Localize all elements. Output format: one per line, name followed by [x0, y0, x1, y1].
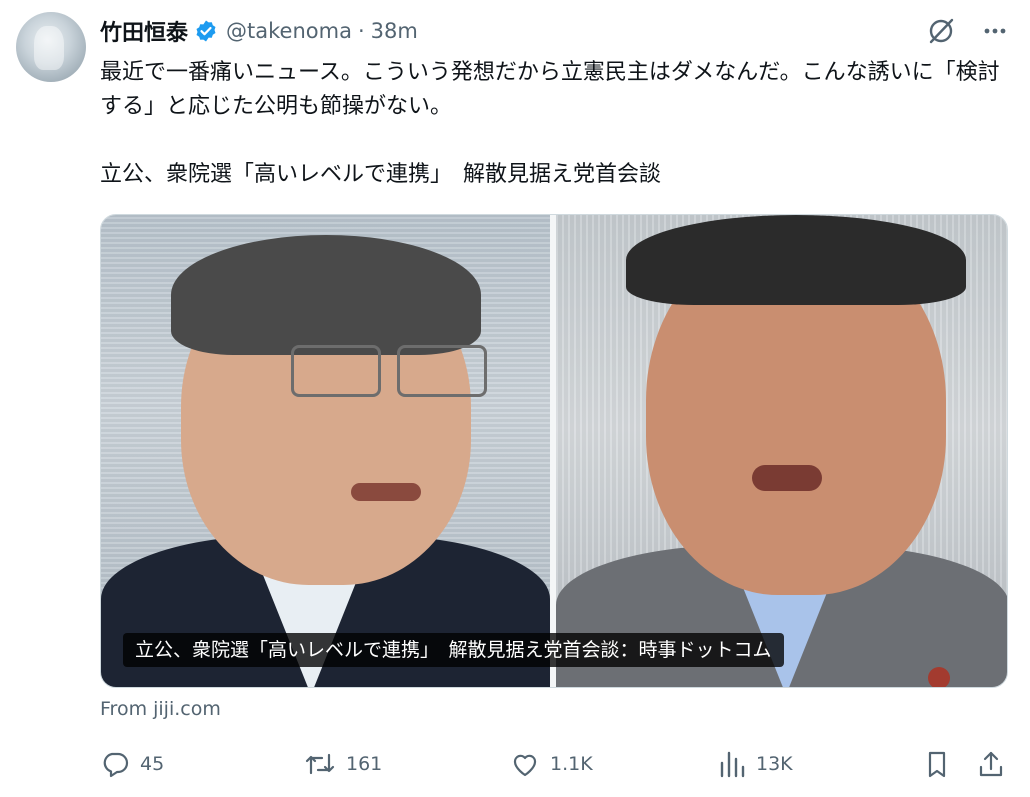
- grok-icon[interactable]: [926, 16, 956, 46]
- avatar[interactable]: [16, 12, 86, 82]
- repost-count: 161: [346, 753, 383, 775]
- reply-button[interactable]: 45: [100, 744, 164, 784]
- more-icon[interactable]: [982, 18, 1008, 44]
- repost-button[interactable]: 161: [304, 744, 382, 784]
- separator-dot: ·: [357, 19, 365, 43]
- share-icon: [976, 749, 1006, 779]
- views-button[interactable]: 13K: [718, 744, 793, 784]
- image-caption: 立公、衆院選「高いレベルで連携」 解散見据え党首会談：時事ドットコム: [123, 633, 784, 667]
- action-bar: 45 161 1.1K 13K: [100, 744, 1010, 784]
- verified-badge-icon[interactable]: [194, 19, 218, 43]
- like-icon: [510, 749, 540, 779]
- link-card-image[interactable]: 立公、衆院選「高いレベルで連携」 解散見据え党首会談：時事ドットコム: [100, 214, 1008, 688]
- reply-count: 45: [140, 753, 165, 775]
- like-button[interactable]: 1.1K: [510, 744, 593, 784]
- photo-left: [101, 215, 550, 687]
- bookmark-button[interactable]: [922, 744, 962, 784]
- photo-right: [556, 215, 1007, 687]
- tweet-top-actions: [926, 16, 1008, 46]
- bookmark-icon: [922, 749, 952, 779]
- tweet-text: 最近で一番痛いニュース。こういう発想だから立憲民主はダメなんだ。こんな誘いに「検…: [100, 60, 1000, 119]
- share-button[interactable]: [976, 744, 1016, 784]
- view-count: 13K: [756, 753, 793, 775]
- repost-icon: [304, 749, 336, 779]
- tweet-headline: 立公、衆院選「高いレベルで連携」 解散見据え党首会談: [100, 162, 662, 187]
- like-count: 1.1K: [550, 753, 593, 775]
- timestamp[interactable]: 38m: [371, 19, 418, 43]
- handle[interactable]: @takenoma: [226, 19, 352, 43]
- display-name[interactable]: 竹田恒泰: [100, 15, 188, 47]
- reply-icon: [100, 749, 130, 779]
- views-icon: [718, 749, 746, 779]
- link-source[interactable]: From jiji.com: [100, 698, 221, 720]
- tweet-header: 竹田恒泰 @takenoma · 38m: [100, 14, 418, 48]
